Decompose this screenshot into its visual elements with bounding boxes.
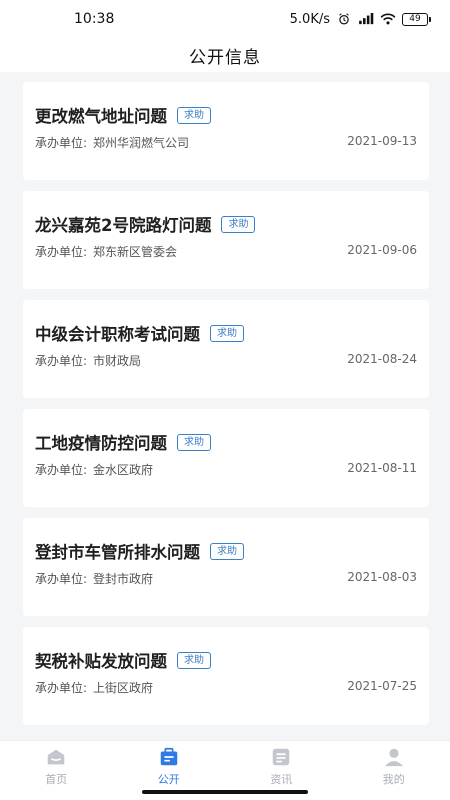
- org-name: 郑州华润燃气公司: [93, 136, 190, 150]
- org-name: 登封市政府: [93, 572, 154, 586]
- status-time: 10:38: [74, 11, 115, 27]
- home-icon: [48, 749, 65, 765]
- item-title: 更改燃气地址问题: [35, 107, 167, 126]
- page-title: 公开信息: [189, 47, 261, 68]
- item-date: 2021-09-06: [347, 243, 417, 257]
- item-date: 2021-08-24: [347, 352, 417, 366]
- battery-icon: 49: [402, 12, 431, 26]
- item-date: 2021-07-25: [347, 679, 417, 693]
- item-date: 2021-08-11: [347, 461, 417, 475]
- status-bar: 10:38 5.0K/s 49: [0, 0, 450, 38]
- user-icon: [384, 748, 403, 767]
- tab-home[interactable]: 首页: [0, 741, 113, 800]
- org-name: 郑东新区管委会: [93, 245, 178, 259]
- news-icon: [273, 748, 290, 766]
- org-label: 承办单位:: [35, 681, 88, 695]
- org-name: 市财政局: [93, 354, 142, 368]
- help-tag: 求助: [177, 106, 211, 124]
- tab-mine[interactable]: 我的: [338, 741, 450, 800]
- network-speed: 5.0K/s: [289, 11, 330, 27]
- tab-label: 公开: [157, 773, 180, 786]
- org-name: 上街区政府: [93, 681, 154, 695]
- help-tag: 求助: [221, 215, 256, 233]
- item-date: 2021-09-13: [347, 134, 417, 148]
- item-title: 契税补贴发放问题: [35, 652, 167, 671]
- home-indicator[interactable]: [142, 790, 308, 794]
- list-item[interactable]: 登封市车管所排水问题 求助 承办单位: 登封市政府 2021-08-03: [23, 518, 429, 616]
- alarm-icon: [339, 13, 349, 25]
- org-label: 承办单位:: [35, 354, 88, 368]
- tab-label: 我的: [382, 773, 405, 786]
- org-label: 承办单位:: [35, 136, 88, 150]
- org-label: 承办单位:: [35, 245, 88, 259]
- org-label: 承办单位:: [35, 572, 88, 586]
- org-name: 金水区政府: [93, 463, 154, 477]
- item-title: 工地疫情防控问题: [35, 434, 167, 453]
- help-tag: 求助: [177, 651, 211, 669]
- signal-icon: [359, 13, 374, 25]
- status-indicators: 5.0K/s 49: [289, 11, 431, 27]
- page-title-bar: 公开信息: [0, 38, 450, 72]
- item-title: 登封市车管所排水问题: [35, 543, 200, 562]
- wifi-icon: [380, 13, 396, 25]
- briefcase-icon: [160, 747, 177, 766]
- list-item[interactable]: 契税补贴发放问题 求助 承办单位: 上街区政府 2021-07-25: [23, 627, 429, 725]
- item-date: 2021-08-03: [347, 570, 417, 584]
- list-item[interactable]: 更改燃气地址问题 求助 承办单位: 郑州华润燃气公司 2021-09-13: [23, 82, 429, 180]
- help-tag: 求助: [177, 433, 211, 451]
- item-title: 中级会计职称考试问题: [35, 325, 200, 344]
- info-list[interactable]: 更改燃气地址问题 求助 承办单位: 郑州华润燃气公司 2021-09-13 龙兴嘉…: [0, 72, 450, 740]
- org-label: 承办单位:: [35, 463, 88, 477]
- help-tag: 求助: [210, 542, 244, 560]
- list-item[interactable]: 中级会计职称考试问题 求助 承办单位: 市财政局 2021-08-24: [23, 300, 429, 398]
- help-tag: 求助: [210, 324, 244, 342]
- tab-label: 资讯: [270, 773, 293, 786]
- list-item[interactable]: 工地疫情防控问题 求助 承办单位: 金水区政府 2021-08-11: [23, 409, 429, 507]
- tab-label: 首页: [45, 773, 68, 786]
- item-title: 龙兴嘉苑2号院路灯问题: [35, 216, 212, 235]
- list-item[interactable]: 龙兴嘉苑2号院路灯问题 求助 承办单位: 郑东新区管委会 2021-09-06: [23, 191, 429, 289]
